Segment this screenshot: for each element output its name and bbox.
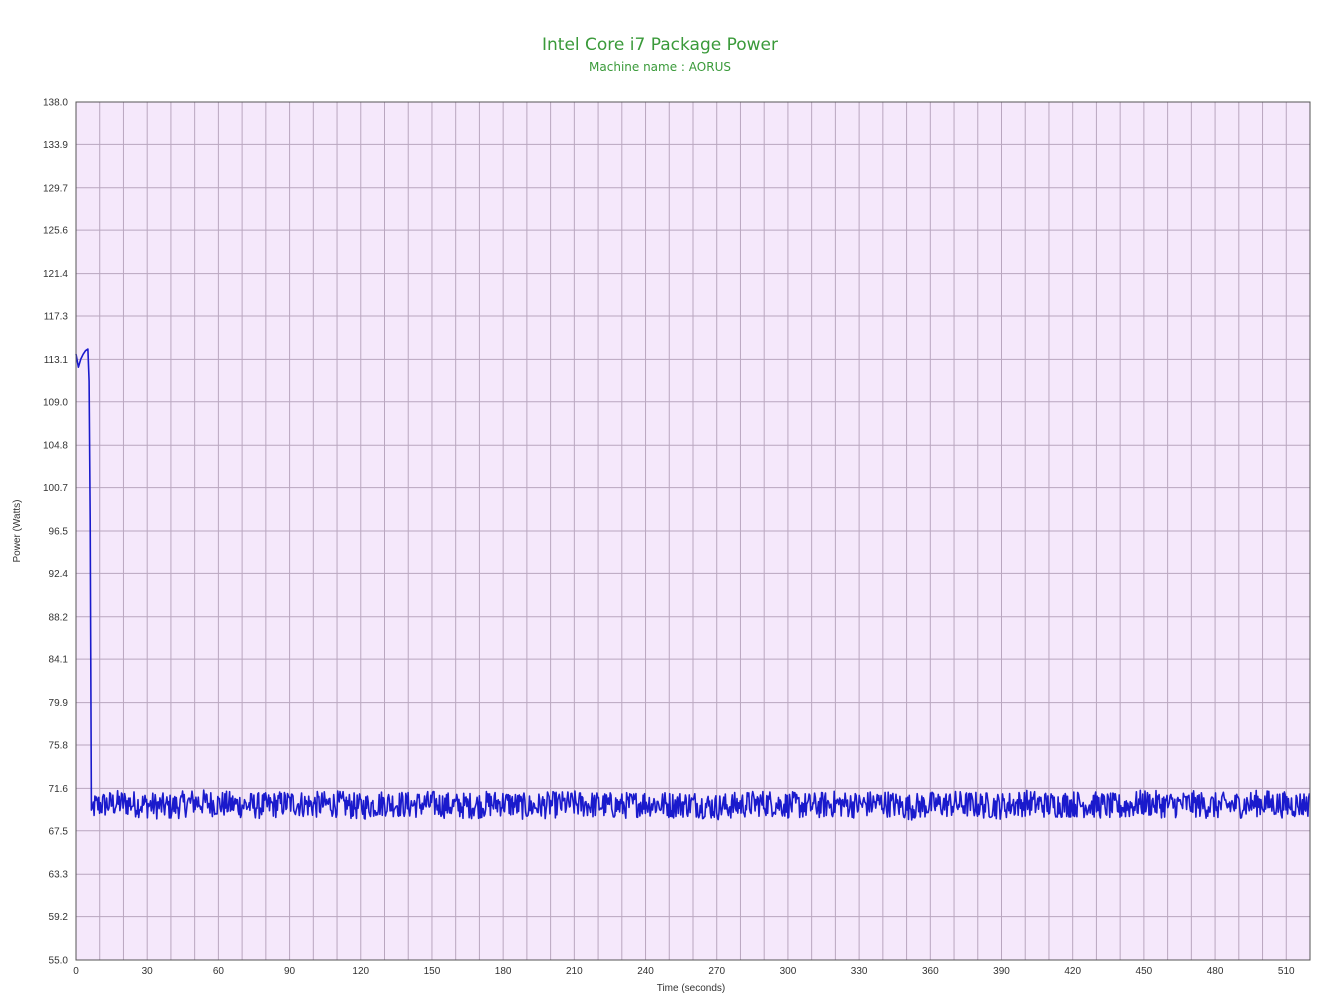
y-axis-ticks: 55.0 59.2 63.3 67.5 71.6 75.8 79.9 84.1 88.2 92.4… <box>43 98 68 967</box>
y-tick-label: 92.4 <box>49 569 69 580</box>
x-tick-label: 0 <box>73 966 79 977</box>
x-tick-label: 210 <box>566 966 583 977</box>
y-tick-label: 63.3 <box>49 870 69 881</box>
y-tick-label: 104.8 <box>43 441 68 452</box>
x-tick-label: 390 <box>993 966 1010 977</box>
chart-subtitle: Machine name : AORUS <box>589 60 731 74</box>
x-tick-label: 270 <box>708 966 725 977</box>
package-power-chart: Intel Core i7 Package Power Machine name… <box>12 35 1311 994</box>
x-tick-label: 450 <box>1136 966 1153 977</box>
y-tick-label: 88.2 <box>49 612 69 623</box>
chart-root: Intel Core i7 Package Power Machine name… <box>0 0 1326 994</box>
y-tick-label: 71.6 <box>49 784 69 795</box>
y-tick-label: 109.0 <box>43 397 68 408</box>
y-tick-label: 84.1 <box>49 655 69 666</box>
x-tick-label: 240 <box>637 966 654 977</box>
y-axis-label: Power (Watts) <box>12 500 23 563</box>
x-axis-label: Time (seconds) <box>657 983 726 994</box>
x-tick-label: 330 <box>851 966 868 977</box>
x-tick-label: 90 <box>284 966 296 977</box>
y-tick-label: 117.3 <box>44 311 69 322</box>
y-tick-label: 129.7 <box>43 183 68 194</box>
x-tick-label: 30 <box>142 966 154 977</box>
y-tick-label: 133.9 <box>43 140 68 151</box>
y-tick-label: 96.5 <box>49 527 69 538</box>
y-tick-label: 75.8 <box>49 740 69 751</box>
x-tick-label: 480 <box>1207 966 1224 977</box>
y-tick-label: 59.2 <box>49 912 69 923</box>
y-tick-label: 121.4 <box>43 269 68 280</box>
chart-title: Intel Core i7 Package Power <box>542 35 778 55</box>
y-tick-label: 79.9 <box>49 698 69 709</box>
y-tick-label: 113.1 <box>44 355 69 366</box>
x-axis-ticks: 0 30 60 90 120 150 180 210 240 270 300 330 360 390 420… <box>73 966 1295 977</box>
y-tick-label: 125.6 <box>43 226 68 237</box>
y-tick-label: 100.7 <box>43 483 68 494</box>
x-tick-label: 150 <box>424 966 441 977</box>
y-tick-label: 67.5 <box>49 826 69 837</box>
y-tick-label: 138.0 <box>43 98 68 109</box>
y-tick-label: 55.0 <box>49 956 69 967</box>
x-tick-label: 180 <box>495 966 512 977</box>
x-tick-label: 510 <box>1278 966 1295 977</box>
x-tick-label: 60 <box>213 966 225 977</box>
x-tick-label: 120 <box>352 966 369 977</box>
x-tick-label: 360 <box>922 966 939 977</box>
x-tick-label: 420 <box>1064 966 1081 977</box>
x-tick-label: 300 <box>780 966 797 977</box>
